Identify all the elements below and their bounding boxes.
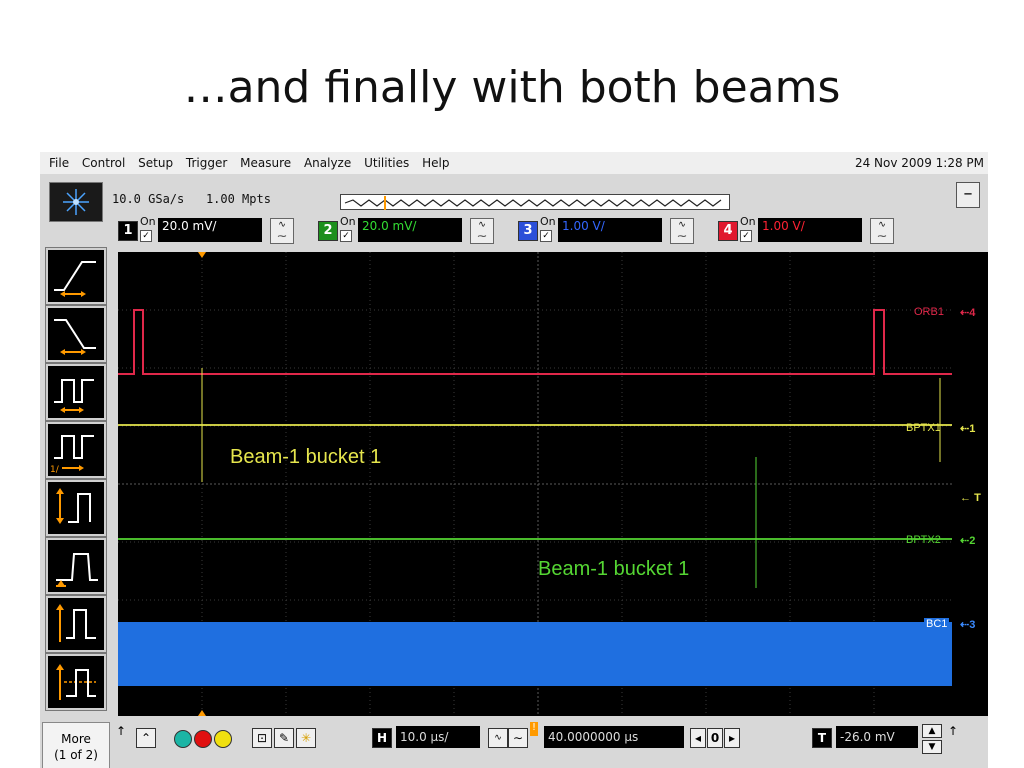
- brightness-icon[interactable]: ✳: [296, 728, 316, 748]
- left-toolbar: 1/ More (1 of 2): [40, 174, 110, 768]
- channel-1-checkbox[interactable]: ✓: [140, 230, 152, 242]
- horizontal-button[interactable]: H: [372, 728, 392, 748]
- orb1-trace: [118, 309, 952, 375]
- channel-2-on-label: On: [340, 215, 356, 228]
- channel-3-checkbox[interactable]: ✓: [540, 230, 552, 242]
- datetime-display: 24 Nov 2009 1:28 PM: [854, 156, 984, 170]
- timebase-coarse-icon[interactable]: ∼: [508, 728, 528, 748]
- menu-help[interactable]: Help: [422, 152, 449, 174]
- timebase-field[interactable]: 10.0 µs/: [396, 726, 480, 748]
- channel-1-on-label: On: [140, 215, 156, 228]
- clear-display-icon[interactable]: ✎: [274, 728, 294, 748]
- channel-4-coupling-icon[interactable]: ∿ ⁓: [870, 218, 894, 244]
- falling-edge-trigger-button[interactable]: [45, 305, 107, 363]
- menu-control[interactable]: Control: [82, 152, 125, 174]
- menu-setup[interactable]: Setup: [138, 152, 173, 174]
- bc1-label: BC1: [924, 618, 950, 630]
- pulse-width-trigger-button[interactable]: [45, 363, 107, 421]
- collapse-icon[interactable]: ⌃: [136, 728, 156, 748]
- channel-3-coupling-icon[interactable]: ∿ ⁓: [670, 218, 694, 244]
- annotation-green: Beam-1 bucket 1: [538, 558, 690, 580]
- slide-title: …and finally with both beams: [183, 62, 841, 113]
- trigger-level-marker[interactable]: ← T: [960, 492, 981, 504]
- rising-edge-trigger-button[interactable]: [45, 247, 107, 305]
- menu-trigger[interactable]: Trigger: [186, 152, 227, 174]
- more-label: More: [61, 732, 91, 746]
- stop-button[interactable]: [194, 730, 212, 748]
- timeout-trigger-button[interactable]: [45, 595, 107, 653]
- trigger-position-top: [198, 252, 206, 258]
- memory-depth: 1.00 Mpts: [205, 192, 271, 206]
- menu-measure[interactable]: Measure: [240, 152, 291, 174]
- runt-trigger-button[interactable]: [45, 537, 107, 595]
- channel-1-coupling-icon[interactable]: ∿ ⁓: [270, 218, 294, 244]
- single-run-button[interactable]: [174, 730, 192, 748]
- channel-1-scale[interactable]: 20.0 mV/: [158, 218, 262, 242]
- run-button[interactable]: [214, 730, 232, 748]
- channel-3-scale[interactable]: 1.00 V/: [558, 218, 662, 242]
- annotation-yellow: Beam-1 bucket 1: [230, 446, 382, 468]
- more-page-indicator: (1 of 2): [54, 748, 98, 762]
- timebase-fine-icon[interactable]: ∿: [488, 728, 508, 748]
- waveform-overview[interactable]: [340, 194, 730, 210]
- orb1-label: ORB1: [914, 306, 944, 318]
- agilent-logo-icon[interactable]: [49, 182, 103, 222]
- delay-left-arrow-icon[interactable]: ◂: [690, 728, 706, 748]
- channel-4-checkbox[interactable]: ✓: [740, 230, 752, 242]
- svg-text:1/: 1/: [50, 465, 60, 475]
- bptx2-label: BPTX2: [906, 534, 941, 546]
- bc1-ground-marker[interactable]: ⇠3: [960, 618, 975, 631]
- delay-marker-icon: !: [530, 722, 538, 736]
- waveform-display[interactable]: Beam-1 bucket 1 Beam-1 bucket 1 ORB1 ⇠4 …: [118, 252, 988, 716]
- channel-3-on-label: On: [540, 215, 556, 228]
- bottom-toolbar: ↑ ⌃ ⊡ ✎ ✳ H 10.0 µs/ ∿ ∼ ! 40.0000000 µs…: [110, 716, 988, 768]
- trigger-level-field[interactable]: -26.0 mV: [836, 726, 918, 748]
- channel-2-scale[interactable]: 20.0 mV/: [358, 218, 462, 242]
- channel-1-button[interactable]: 1: [118, 221, 138, 241]
- sample-rate: 10.0 GSa/s: [112, 192, 185, 206]
- acquisition-info: 10.0 GSa/s 1.00 Mpts: [112, 192, 271, 206]
- bc1-trace: [118, 622, 952, 686]
- trigger-level-up-icon[interactable]: ▲: [922, 724, 942, 738]
- channel-2-checkbox[interactable]: ✓: [340, 230, 352, 242]
- bptx1-label: BPTX1: [906, 422, 941, 434]
- delay-field[interactable]: 40.0000000 µs: [544, 726, 684, 748]
- bptx2-ground-marker[interactable]: ⇠2: [960, 534, 975, 547]
- trigger-level-down-icon[interactable]: ▼: [922, 740, 942, 754]
- scroll-up-right-icon[interactable]: ↑: [948, 724, 958, 738]
- channel-4-on-label: On: [740, 215, 756, 228]
- scroll-up-icon[interactable]: ↑: [116, 724, 126, 738]
- glitch-trigger-button[interactable]: 1/: [45, 421, 107, 479]
- delay-right-arrow-icon[interactable]: ▸: [724, 728, 740, 748]
- channel-4-button[interactable]: 4: [718, 221, 738, 241]
- channel-2-coupling-icon[interactable]: ∿ ⁓: [470, 218, 494, 244]
- minimize-button[interactable]: –: [956, 182, 980, 208]
- menu-analyze[interactable]: Analyze: [304, 152, 351, 174]
- menu-bar: File Control Setup Trigger Measure Analy…: [40, 152, 988, 174]
- menu-file[interactable]: File: [49, 152, 69, 174]
- window-trigger-button[interactable]: [45, 653, 107, 711]
- autoscale-icon[interactable]: ⊡: [252, 728, 272, 748]
- delay-zero-button[interactable]: 0: [707, 728, 723, 748]
- more-button[interactable]: More (1 of 2): [42, 722, 110, 768]
- channel-2-button[interactable]: 2: [318, 221, 338, 241]
- channel-controls: 1 On ✓ 20.0 mV/ ∿ ⁓ 2 On ✓ 20.0 mV/ ∿ ⁓ 3 …: [118, 215, 988, 246]
- channel-4-scale[interactable]: 1.00 V/: [758, 218, 862, 242]
- rise-time-trigger-button[interactable]: [45, 479, 107, 537]
- trigger-button[interactable]: T: [812, 728, 832, 748]
- channel-3-button[interactable]: 3: [518, 221, 538, 241]
- orb1-ground-marker[interactable]: ⇠4: [960, 306, 975, 319]
- oscilloscope-window: File Control Setup Trigger Measure Analy…: [40, 152, 988, 768]
- menu-utilities[interactable]: Utilities: [364, 152, 409, 174]
- bptx1-ground-marker[interactable]: ⇠1: [960, 422, 975, 435]
